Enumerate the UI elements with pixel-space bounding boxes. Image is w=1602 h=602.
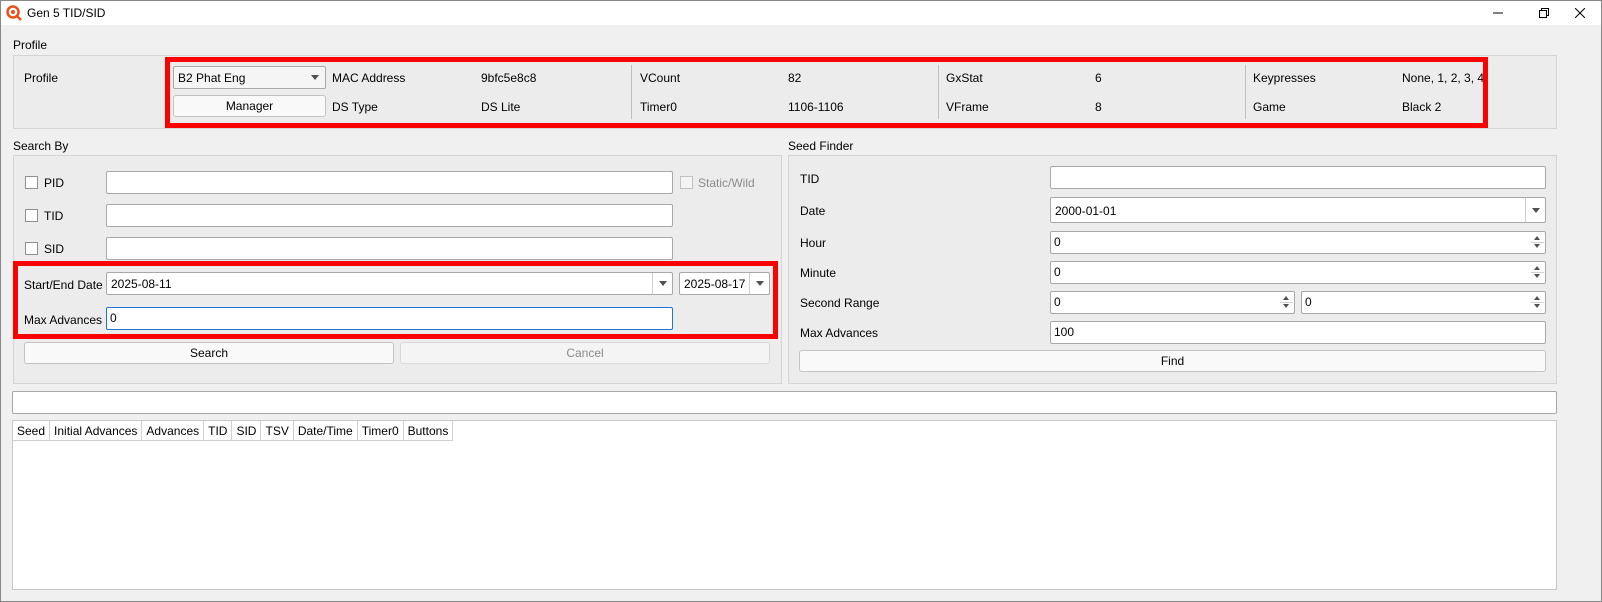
sf-minute-spinbox[interactable]: 0 [1050,261,1546,284]
sf-minute-label: Minute [800,266,837,280]
spinner-arrows-icon[interactable] [1530,262,1545,283]
seed-finder-title: Seed Finder [788,139,854,153]
manager-button[interactable]: Manager [173,95,326,117]
chevron-down-icon [1525,198,1545,222]
window-title: Gen 5 TID/SID [27,6,106,20]
results-table[interactable]: Seed Initial Advances Advances TID SID T… [12,420,1557,590]
restore-icon [1539,8,1549,18]
start-date-value: 2025-08-11 [111,277,172,291]
game-value: Black 2 [1402,100,1442,114]
end-date-select[interactable]: 2025-08-17 [679,272,770,295]
profile-select-value: B2 Phat Eng [178,71,246,85]
divider [938,65,939,119]
gxstat-label: GxStat [946,71,983,85]
filter-input[interactable] [12,391,1557,414]
ds-type-value: DS Lite [481,100,521,114]
timer0-label: Timer0 [640,100,677,114]
vframe-label: VFrame [946,100,989,114]
chevron-down-icon [652,273,672,294]
game-label: Game [1253,100,1286,114]
keypresses-value: None, 1, 2, 3, 4 [1402,71,1485,85]
static-wild-label: Static/Wild [698,176,755,190]
pid-label: PID [44,176,65,190]
divider [1245,65,1246,119]
max-advances-label: Max Advances [24,313,103,327]
chevron-down-icon [305,67,325,88]
mac-address-value: 9bfc5e8c8 [481,71,537,85]
sf-max-advances-label: Max Advances [800,326,879,340]
search-by-title: Search By [13,139,69,153]
tid-checkbox[interactable] [25,209,38,222]
search-button[interactable]: Search [24,342,394,364]
sf-tid-input[interactable] [1050,166,1546,189]
tid-label: TID [44,209,64,223]
spinner-arrows-icon[interactable] [1279,292,1294,313]
close-button[interactable] [1557,1,1602,25]
vframe-value: 8 [1095,100,1102,114]
sf-hour-spinbox[interactable]: 0 [1050,231,1546,254]
end-date-value: 2025-08-17 [684,277,746,291]
spinner-arrows-icon[interactable] [1530,292,1545,313]
find-button[interactable]: Find [799,350,1546,372]
profile-group-title: Profile [13,38,48,52]
column-header-buttons[interactable]: Buttons [403,421,454,441]
sf-second-max-spinbox[interactable]: 0 [1301,291,1546,314]
sf-max-advances-input[interactable]: 100 [1050,321,1546,344]
sf-second-max-value: 0 [1305,295,1312,309]
sf-second-min-spinbox[interactable]: 0 [1050,291,1295,314]
sf-second-range-label: Second Range [800,296,880,310]
column-header-tsv[interactable]: TSV [261,421,294,441]
start-date-select[interactable]: 2025-08-11 [106,272,673,295]
column-header-tid[interactable]: TID [204,421,233,441]
close-icon [1575,8,1585,18]
keypresses-label: Keypresses [1253,71,1316,85]
sf-hour-value: 0 [1054,235,1061,249]
column-header-seed[interactable]: Seed [13,421,51,441]
column-header-timer0[interactable]: Timer0 [357,421,404,441]
spinner-arrows-icon[interactable] [1530,232,1545,253]
column-header-initial-advances[interactable]: Initial Advances [50,421,143,441]
sf-second-min-value: 0 [1054,295,1061,309]
sf-tid-label: TID [800,172,820,186]
sid-checkbox[interactable] [25,242,38,255]
max-advances-input[interactable]: 0 [106,307,673,330]
sid-label: SID [44,242,65,256]
sf-date-select[interactable]: 2000-01-01 [1050,197,1546,223]
cancel-button[interactable]: Cancel [400,342,770,364]
pid-input[interactable] [106,171,673,194]
mac-address-label: MAC Address [332,71,406,85]
sf-date-value: 2000-01-01 [1055,204,1117,218]
title-bar: Gen 5 TID/SID [1,1,1601,25]
app-window: Gen 5 TID/SID Profile Profile B2 Phat En… [0,0,1602,602]
vcount-value: 82 [788,71,802,85]
ds-type-label: DS Type [332,100,378,114]
pid-checkbox[interactable] [25,176,38,189]
profile-label: Profile [24,71,59,85]
sf-date-label: Date [800,204,826,218]
timer0-value: 1106-1106 [788,100,844,114]
sf-hour-label: Hour [800,236,827,250]
app-logo-icon [6,5,22,21]
divider [631,65,632,119]
sid-input[interactable] [106,237,673,260]
sf-minute-value: 0 [1054,265,1061,279]
column-header-sid[interactable]: SID [232,421,262,441]
tid-input[interactable] [106,204,673,227]
column-header-date-time[interactable]: Date/Time [293,421,358,441]
results-table-header: Seed Initial Advances Advances TID SID T… [13,421,454,441]
start-end-date-label: Start/End Date [24,278,103,292]
column-header-advances[interactable]: Advances [142,421,205,441]
chevron-down-icon [749,273,769,294]
static-wild-checkbox[interactable] [680,176,693,189]
vcount-label: VCount [640,71,681,85]
gxstat-value: 6 [1095,71,1102,85]
profile-select[interactable]: B2 Phat Eng [173,66,326,89]
